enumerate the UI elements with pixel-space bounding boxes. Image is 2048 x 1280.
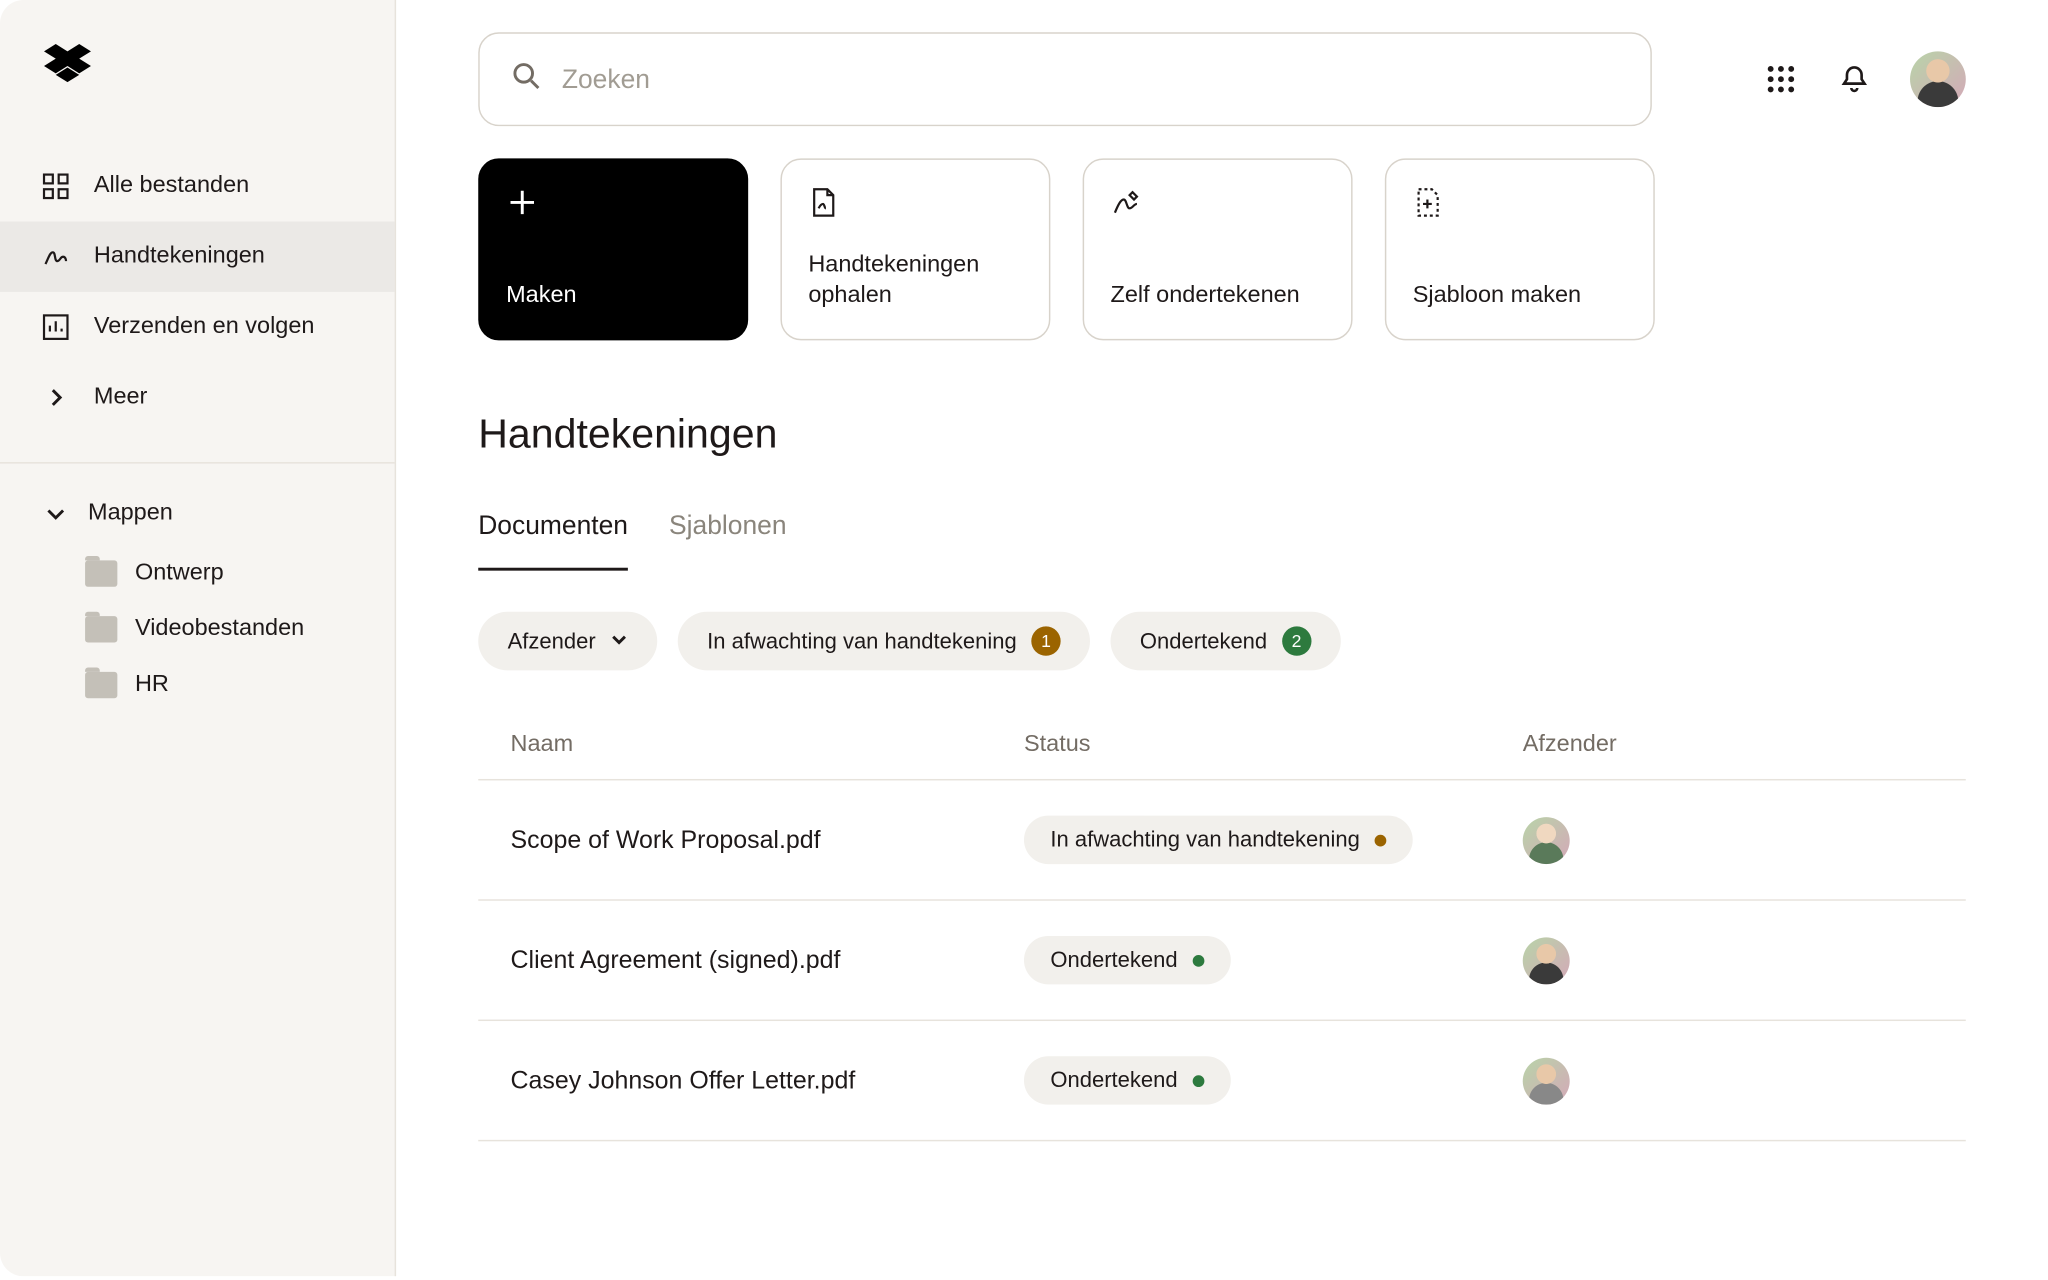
cell-sender xyxy=(1523,1057,1934,1104)
apps-grid-icon[interactable] xyxy=(1763,62,1798,97)
table-row[interactable]: Casey Johnson Offer Letter.pdf Onderteke… xyxy=(478,1021,1966,1141)
signature-icon xyxy=(41,242,70,271)
search-icon xyxy=(512,61,541,98)
filter-bar: Afzender In afwachting van handtekening … xyxy=(478,612,1966,671)
sidebar-item-all-files[interactable]: Alle bestanden xyxy=(0,151,395,221)
user-avatar[interactable] xyxy=(1910,51,1966,107)
table-row[interactable]: Scope of Work Proposal.pdf In afwachting… xyxy=(478,780,1966,900)
chevron-down-icon xyxy=(41,499,70,528)
pen-icon xyxy=(1111,186,1143,218)
create-template-card[interactable]: Sjabloon maken xyxy=(1385,158,1655,340)
topbar: Zoeken xyxy=(478,32,1966,126)
status-label: Ondertekend xyxy=(1050,1068,1177,1093)
sidebar-item-label: Verzenden en volgen xyxy=(94,314,315,340)
plus-icon xyxy=(506,186,538,218)
filter-awaiting[interactable]: In afwachting van handtekening 1 xyxy=(678,612,1090,671)
self-sign-card[interactable]: Zelf ondertekenen xyxy=(1083,158,1353,340)
card-label: Zelf ondertekenen xyxy=(1111,281,1325,313)
sidebar-item-label: Handtekeningen xyxy=(94,244,265,270)
chip-label: Ondertekend xyxy=(1140,629,1267,654)
chevron-down-icon xyxy=(610,629,628,654)
col-sender: Afzender xyxy=(1523,732,1934,758)
main-content: Zoeken Maken xyxy=(396,0,2048,1276)
chip-label: In afwachting van handtekening xyxy=(707,629,1017,654)
tab-documents[interactable]: Documenten xyxy=(478,511,628,571)
status-dot-icon xyxy=(1192,954,1204,966)
count-badge: 1 xyxy=(1031,626,1060,655)
sender-avatar xyxy=(1523,816,1570,863)
col-status: Status xyxy=(1024,732,1523,758)
folder-label: Videobestanden xyxy=(135,616,304,642)
chevron-right-icon xyxy=(41,383,70,412)
table-header: Naam Status Afzender xyxy=(478,711,1966,780)
divider xyxy=(0,462,395,463)
sender-avatar xyxy=(1523,937,1570,984)
folder-icon xyxy=(85,672,117,698)
sidebar-item-label: Alle bestanden xyxy=(94,173,249,199)
sidebar-item-label: Meer xyxy=(94,384,147,410)
document-signature-icon xyxy=(808,186,840,218)
sidebar-item-send-track[interactable]: Verzenden en volgen xyxy=(0,292,395,362)
sidebar-item-signatures[interactable]: Handtekeningen xyxy=(0,222,395,292)
chart-icon xyxy=(41,312,70,341)
filter-signed[interactable]: Ondertekend 2 xyxy=(1111,612,1341,671)
chip-label: Afzender xyxy=(508,629,596,654)
tabs: Documenten Sjablonen xyxy=(478,511,1966,571)
sender-avatar xyxy=(1523,1057,1570,1104)
card-label: Maken xyxy=(506,281,720,313)
folder-label: HR xyxy=(135,672,169,698)
folder-item[interactable]: Videobestanden xyxy=(0,601,395,657)
folders-toggle[interactable]: Mappen xyxy=(0,481,395,546)
folder-item[interactable]: Ontwerp xyxy=(0,546,395,602)
create-card[interactable]: Maken xyxy=(478,158,748,340)
count-badge: 2 xyxy=(1282,626,1311,655)
status-dot-icon xyxy=(1375,834,1387,846)
status-dot-icon xyxy=(1192,1075,1204,1087)
status-label: In afwachting van handtekening xyxy=(1050,827,1360,852)
tab-templates[interactable]: Sjablonen xyxy=(669,511,786,571)
get-signatures-card[interactable]: Handtekeningen ophalen xyxy=(780,158,1050,340)
cell-sender xyxy=(1523,816,1934,863)
folder-item[interactable]: HR xyxy=(0,657,395,713)
table-row[interactable]: Client Agreement (signed).pdf Onderteken… xyxy=(478,901,1966,1021)
card-label: Handtekeningen ophalen xyxy=(808,249,1022,312)
cell-status: In afwachting van handtekening xyxy=(1024,816,1523,864)
notifications-icon[interactable] xyxy=(1837,62,1872,97)
filter-sender[interactable]: Afzender xyxy=(478,612,657,671)
folder-label: Ontwerp xyxy=(135,560,224,586)
cell-name: Client Agreement (signed).pdf xyxy=(511,945,1024,974)
search-input[interactable]: Zoeken xyxy=(478,32,1652,126)
folder-icon xyxy=(85,560,117,586)
grid-icon xyxy=(41,172,70,201)
folders-header-label: Mappen xyxy=(88,500,173,526)
sidebar-item-more[interactable]: Meer xyxy=(0,362,395,432)
status-label: Ondertekend xyxy=(1050,948,1177,973)
card-label: Sjabloon maken xyxy=(1413,281,1627,313)
folder-icon xyxy=(85,616,117,642)
cell-name: Scope of Work Proposal.pdf xyxy=(511,825,1024,854)
col-name: Naam xyxy=(511,732,1024,758)
template-icon xyxy=(1413,186,1445,218)
search-placeholder: Zoeken xyxy=(562,64,650,95)
action-cards: Maken Handtekeningen ophalen Zelf ondert… xyxy=(478,158,1966,340)
cell-name: Casey Johnson Offer Letter.pdf xyxy=(511,1066,1024,1095)
cell-status: Ondertekend xyxy=(1024,1056,1523,1104)
cell-sender xyxy=(1523,937,1934,984)
page-title: Handtekeningen xyxy=(478,411,1966,458)
cell-status: Ondertekend xyxy=(1024,936,1523,984)
dropbox-logo[interactable] xyxy=(41,41,395,95)
sidebar: Alle bestanden Handtekeningen Verzenden … xyxy=(0,0,396,1276)
